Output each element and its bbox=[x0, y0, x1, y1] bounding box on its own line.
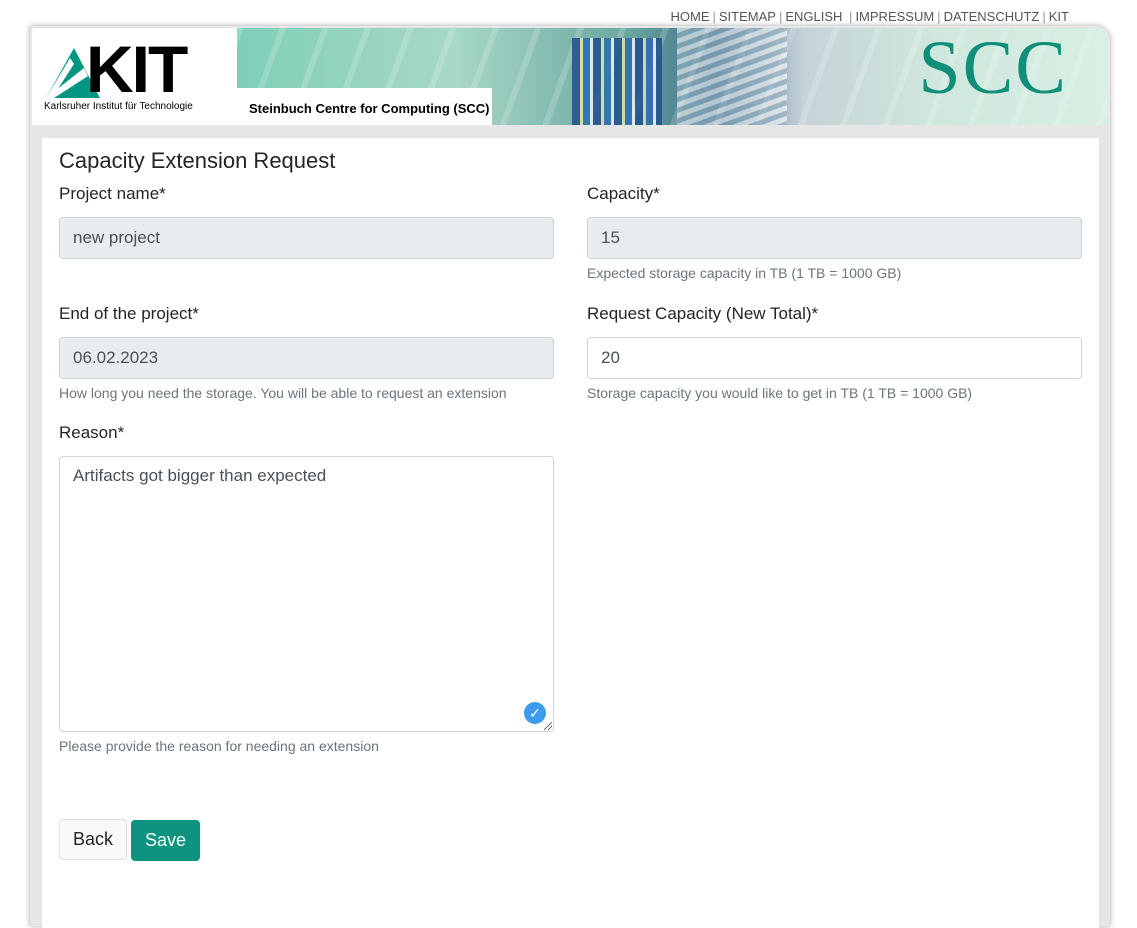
reason-textarea[interactable]: Artifacts got bigger than expected ✓ bbox=[59, 456, 554, 732]
page-title: Capacity Extension Request bbox=[59, 148, 336, 173]
checkmark-icon: ✓ bbox=[524, 702, 546, 724]
end-of-project-help-text: How long you need the storage. You will … bbox=[59, 385, 507, 401]
resize-handle-icon[interactable] bbox=[544, 722, 552, 730]
capacity-input[interactable]: 15 bbox=[587, 217, 1082, 259]
project-name-input[interactable]: new project bbox=[59, 217, 554, 259]
nav-datenschutz-link[interactable]: DATENSCHUTZ bbox=[944, 9, 1040, 24]
top-navigation: HOME | SITEMAP | ENGLISH | IMPRESSUM | DATENSCH… bbox=[670, 9, 1070, 24]
back-button[interactable]: Back bbox=[59, 819, 128, 860]
save-button[interactable]: Save bbox=[131, 820, 201, 861]
nav-english-link[interactable]: ENGLISH bbox=[785, 9, 842, 24]
requested-capacity-input[interactable]: 20 bbox=[587, 337, 1082, 379]
scc-logo: SCC bbox=[918, 28, 1068, 110]
capacity-label: Capacity* bbox=[587, 184, 660, 203]
project-name-label: Project name* bbox=[59, 184, 166, 203]
kit-logo-subtitle: Karlsruher Institut für Technologie bbox=[44, 101, 193, 112]
requested-capacity-help-text: Storage capacity you would like to get i… bbox=[587, 385, 973, 401]
reason-help-text: Please provide the reason for needing an… bbox=[59, 738, 379, 754]
nav-impressum-link[interactable]: IMPRESSUM bbox=[855, 9, 934, 24]
nav-kit-link[interactable]: KIT bbox=[1049, 9, 1069, 24]
requested-capacity-label: Request Capacity (New Total)* bbox=[587, 304, 819, 323]
reason-text: Artifacts got bigger than expected bbox=[73, 466, 327, 485]
capacity-help-text: Expected storage capacity in TB (1 TB = … bbox=[587, 265, 902, 281]
nav-sitemap-link[interactable]: SITEMAP bbox=[719, 9, 776, 24]
banner-label: Steinbuch Centre for Computing (SCC) bbox=[237, 88, 492, 125]
nav-home-link[interactable]: HOME bbox=[671, 9, 710, 24]
reason-label: Reason* bbox=[59, 423, 125, 442]
department-name: Steinbuch Centre for Computing (SCC) bbox=[249, 101, 490, 116]
kit-logo-text: KIT bbox=[86, 32, 188, 106]
end-of-project-label: End of the project* bbox=[59, 304, 199, 323]
page-frame: KIT Karlsruher Institut für Technologie … bbox=[30, 26, 1110, 928]
end-of-project-input[interactable]: 06.02.2023 bbox=[59, 337, 554, 379]
kit-logo[interactable]: KIT Karlsruher Institut für Technologie bbox=[32, 28, 237, 125]
form-container: Capacity Extension Request Project name*… bbox=[42, 138, 1099, 928]
site-header: KIT Karlsruher Institut für Technologie … bbox=[32, 28, 1108, 125]
